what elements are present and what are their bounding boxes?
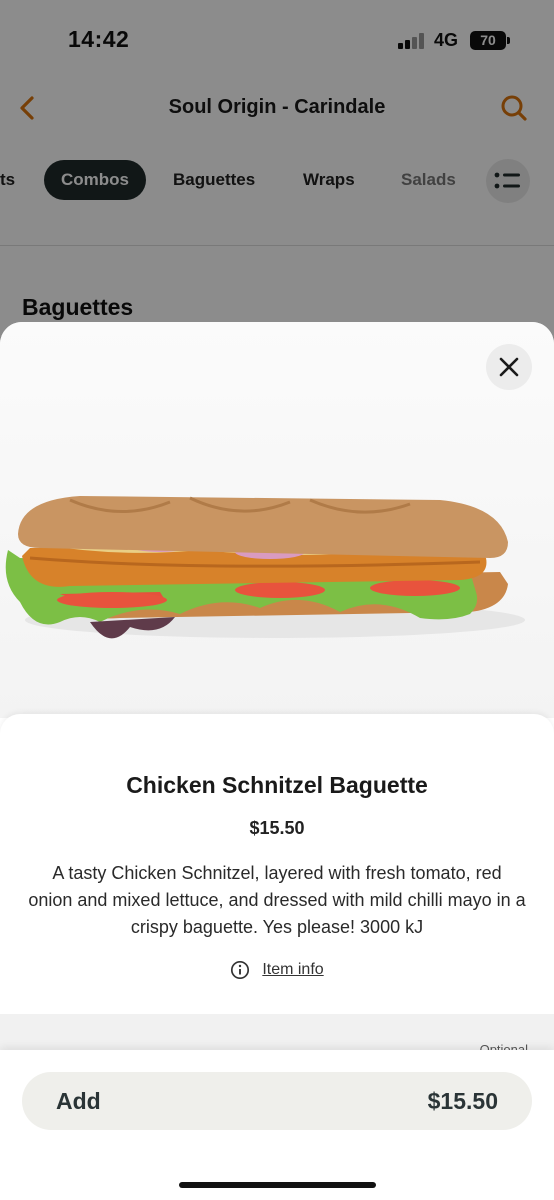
item-info-link[interactable]: Item info [0,960,554,980]
add-label: Add [56,1087,101,1114]
home-indicator[interactable] [179,1182,376,1188]
item-photo [0,322,554,718]
baguette-image [5,496,525,639]
add-to-order-button[interactable]: Add $15.50 [22,1072,532,1130]
info-icon [231,960,250,980]
item-price: $15.50 [249,818,305,838]
close-icon [499,357,519,377]
item-info-label: Item info [262,961,324,978]
add-footer: Add $15.50 [0,1050,554,1200]
close-button[interactable] [486,344,532,390]
item-name: Chicken Schnitzel Baguette [126,772,428,798]
item-info-card: Chicken Schnitzel Baguette $15.50 A tast… [0,714,554,1014]
options-section: Optional [0,1014,554,1057]
add-price: $15.50 [427,1087,498,1114]
item-description: A tasty Chicken Schnitzel, layered with … [28,863,526,937]
